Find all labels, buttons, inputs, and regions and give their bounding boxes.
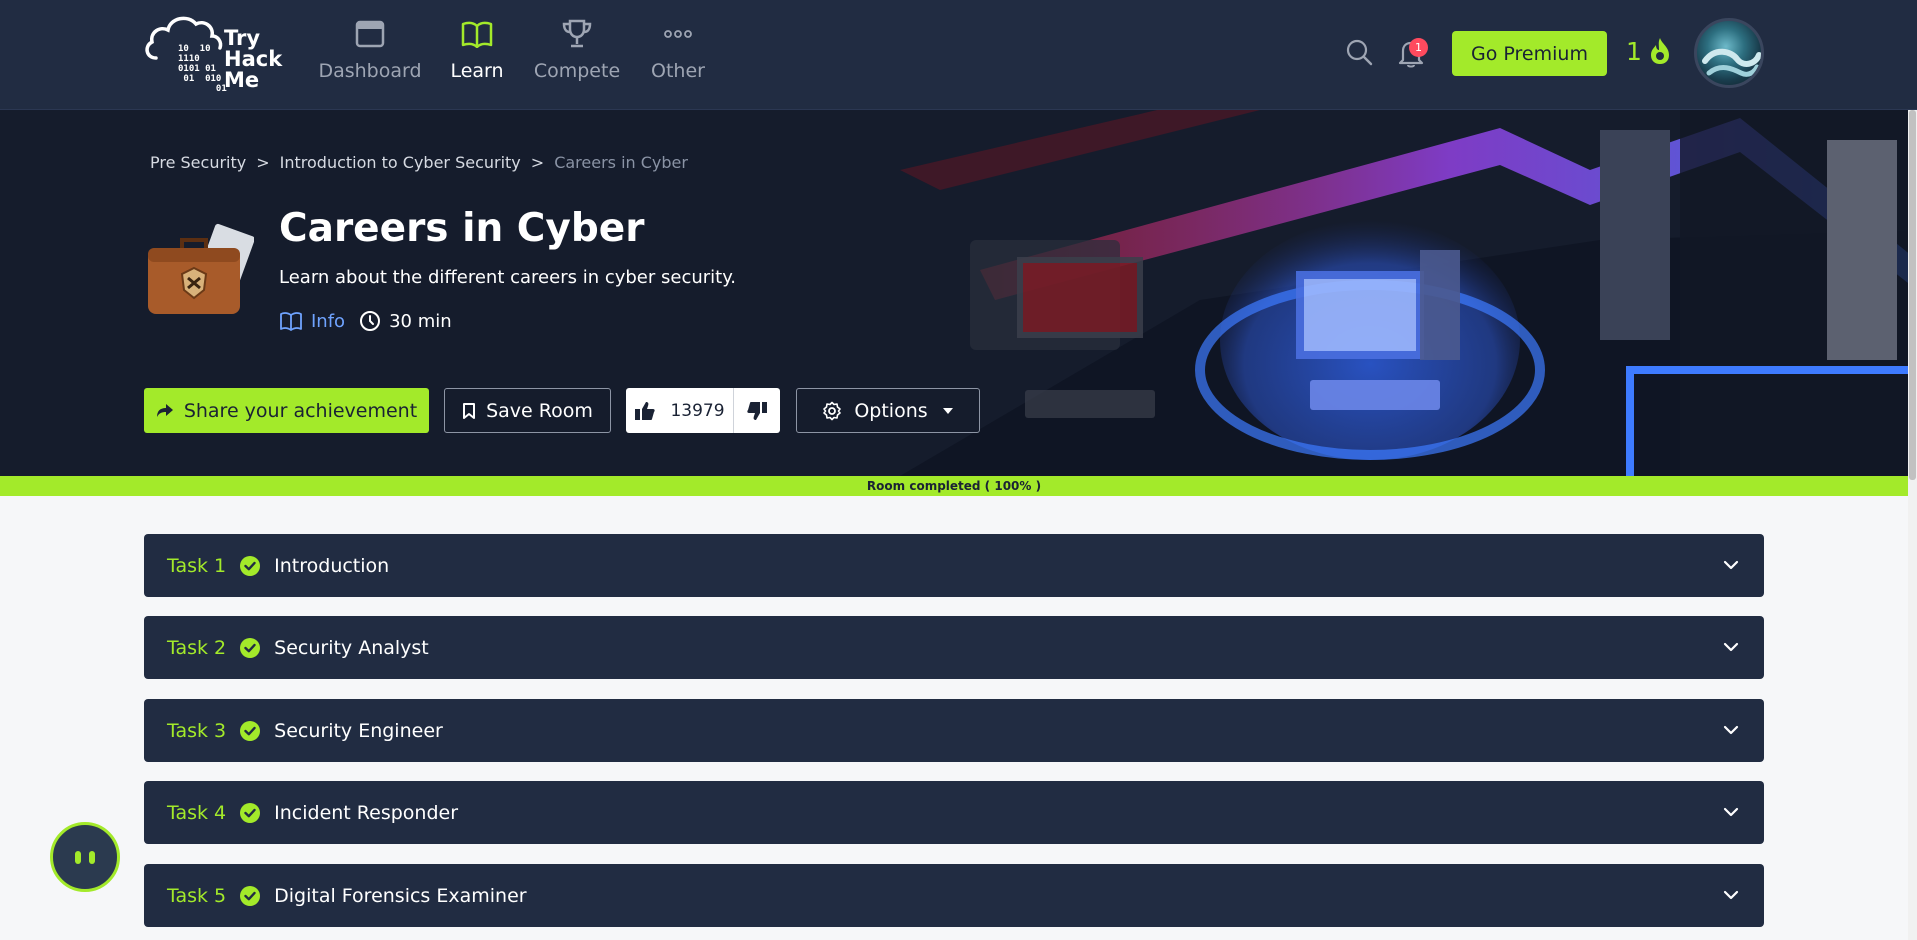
share-icon bbox=[156, 403, 173, 417]
briefcase-room-icon bbox=[148, 223, 254, 314]
avatar-snake-image bbox=[1702, 48, 1761, 77]
nav-learn-label: Learn bbox=[450, 60, 504, 82]
book-open-icon bbox=[280, 312, 302, 331]
room-meta: Info 30 min bbox=[279, 310, 452, 332]
task-row[interactable]: Task 4 Incident Responder bbox=[144, 781, 1764, 844]
flame-icon bbox=[1650, 38, 1669, 64]
task-row[interactable]: Task 2 Security Analyst bbox=[144, 616, 1764, 679]
logo-text: Try Hack Me bbox=[224, 28, 282, 91]
progress-label: Room completed ( 100% ) bbox=[866, 479, 1042, 493]
task-title: Digital Forensics Examiner bbox=[274, 884, 527, 907]
nav-compete-label: Compete bbox=[533, 60, 621, 82]
logo-text-line: Me bbox=[224, 68, 260, 92]
info-link[interactable]: Info bbox=[279, 311, 345, 332]
book-icon bbox=[460, 18, 494, 50]
task-title: Incident Responder bbox=[274, 801, 459, 824]
upvote-button[interactable]: 13979 bbox=[626, 388, 734, 433]
clock-icon bbox=[360, 311, 381, 331]
task-number: Task 5 bbox=[167, 884, 227, 907]
logo-binary: 10 10 1110 0101 01 01 010 01 bbox=[178, 44, 227, 94]
info-label: Info bbox=[311, 310, 346, 332]
nav-other[interactable]: Other bbox=[647, 18, 709, 88]
nav-dashboard-label: Dashboard bbox=[318, 60, 422, 82]
share-achievement-button[interactable]: Share your achievement bbox=[144, 388, 429, 433]
task-number: Task 3 bbox=[167, 719, 227, 742]
save-room-button[interactable]: Save Room bbox=[444, 388, 611, 433]
nav-learn[interactable]: Learn bbox=[446, 18, 508, 88]
chevron-down-icon[interactable] bbox=[1722, 556, 1740, 574]
task-row[interactable]: Task 3 Security Engineer bbox=[144, 699, 1764, 762]
check-circle-icon bbox=[240, 555, 261, 576]
logo-text-line: Try bbox=[224, 26, 261, 50]
task-number: Task 2 bbox=[167, 636, 227, 659]
breadcrumb-separator: > bbox=[256, 153, 270, 172]
task-title: Security Analyst bbox=[274, 636, 429, 659]
check-circle-icon bbox=[240, 720, 261, 741]
top-navbar: 10 10 1110 0101 01 01 010 01 Try Hack Me… bbox=[0, 0, 1917, 110]
breadcrumb-pre-security[interactable]: Pre Security bbox=[150, 153, 246, 172]
chat-eye bbox=[75, 850, 81, 864]
task-title: Introduction bbox=[274, 554, 390, 577]
streak-count: 1 bbox=[1626, 36, 1642, 66]
duration-label: 30 min bbox=[389, 310, 452, 332]
task-number: Task 1 bbox=[167, 554, 227, 577]
room-title: Careers in Cyber bbox=[279, 206, 645, 251]
room-duration: 30 min bbox=[359, 310, 452, 332]
check-circle-icon bbox=[240, 637, 261, 658]
task-row[interactable]: Task 5 Digital Forensics Examiner bbox=[144, 864, 1764, 927]
nav-dashboard[interactable]: Dashboard bbox=[318, 18, 422, 88]
chevron-down-icon[interactable] bbox=[1722, 886, 1740, 904]
notification-badge: 1 bbox=[1409, 38, 1428, 57]
breadcrumb: Pre Security > Introduction to Cyber Sec… bbox=[150, 153, 688, 172]
chat-eye bbox=[89, 850, 95, 864]
like-count: 13979 bbox=[670, 400, 725, 421]
check-circle-icon bbox=[240, 802, 261, 823]
search-icon[interactable] bbox=[1345, 38, 1373, 66]
room-hero: Pre Security > Introduction to Cyber Sec… bbox=[0, 110, 1917, 476]
options-label: Options bbox=[854, 399, 928, 422]
breadcrumb-intro-cyber[interactable]: Introduction to Cyber Security bbox=[280, 153, 521, 172]
share-label: Share your achievement bbox=[183, 399, 418, 422]
chevron-down-icon[interactable] bbox=[1722, 721, 1740, 739]
breadcrumb-current: Careers in Cyber bbox=[554, 153, 688, 172]
thumbs-down-icon bbox=[747, 401, 767, 420]
room-progress-bar: Room completed ( 100% ) bbox=[0, 476, 1908, 496]
nav-compete[interactable]: Compete bbox=[532, 18, 622, 88]
downvote-button[interactable] bbox=[734, 388, 780, 433]
breadcrumb-separator: > bbox=[530, 153, 545, 172]
task-title: Security Engineer bbox=[274, 719, 443, 742]
vote-group: 13979 bbox=[626, 388, 780, 433]
go-premium-button[interactable]: Go Premium bbox=[1452, 31, 1607, 76]
gear-icon bbox=[823, 401, 842, 420]
dashboard-icon bbox=[353, 18, 387, 50]
streak-counter[interactable]: 1 bbox=[1626, 36, 1672, 66]
caret-down-icon bbox=[942, 407, 953, 414]
scrollbar-thumb[interactable] bbox=[1909, 110, 1916, 480]
page-scrollbar[interactable] bbox=[1908, 110, 1917, 940]
more-icon bbox=[661, 18, 695, 50]
chevron-down-icon[interactable] bbox=[1722, 803, 1740, 821]
options-dropdown[interactable]: Options bbox=[796, 388, 980, 433]
user-avatar[interactable] bbox=[1694, 18, 1764, 88]
save-label: Save Room bbox=[486, 399, 593, 422]
check-circle-icon bbox=[240, 885, 261, 906]
task-number: Task 4 bbox=[167, 801, 227, 824]
task-row[interactable]: Task 1 Introduction bbox=[144, 534, 1764, 597]
bookmark-icon bbox=[463, 402, 476, 419]
chat-assistant-button[interactable] bbox=[50, 822, 120, 892]
thumbs-up-icon bbox=[635, 401, 656, 420]
trophy-icon bbox=[560, 18, 594, 50]
nav-other-label: Other bbox=[651, 60, 705, 82]
tryhackme-logo[interactable]: 10 10 1110 0101 01 01 010 01 Try Hack Me bbox=[142, 10, 290, 98]
hero-illustration bbox=[900, 110, 1917, 476]
room-description: Learn about the different careers in cyb… bbox=[279, 267, 737, 288]
chevron-down-icon[interactable] bbox=[1722, 638, 1740, 656]
logo-text-line: Hack bbox=[224, 47, 283, 71]
